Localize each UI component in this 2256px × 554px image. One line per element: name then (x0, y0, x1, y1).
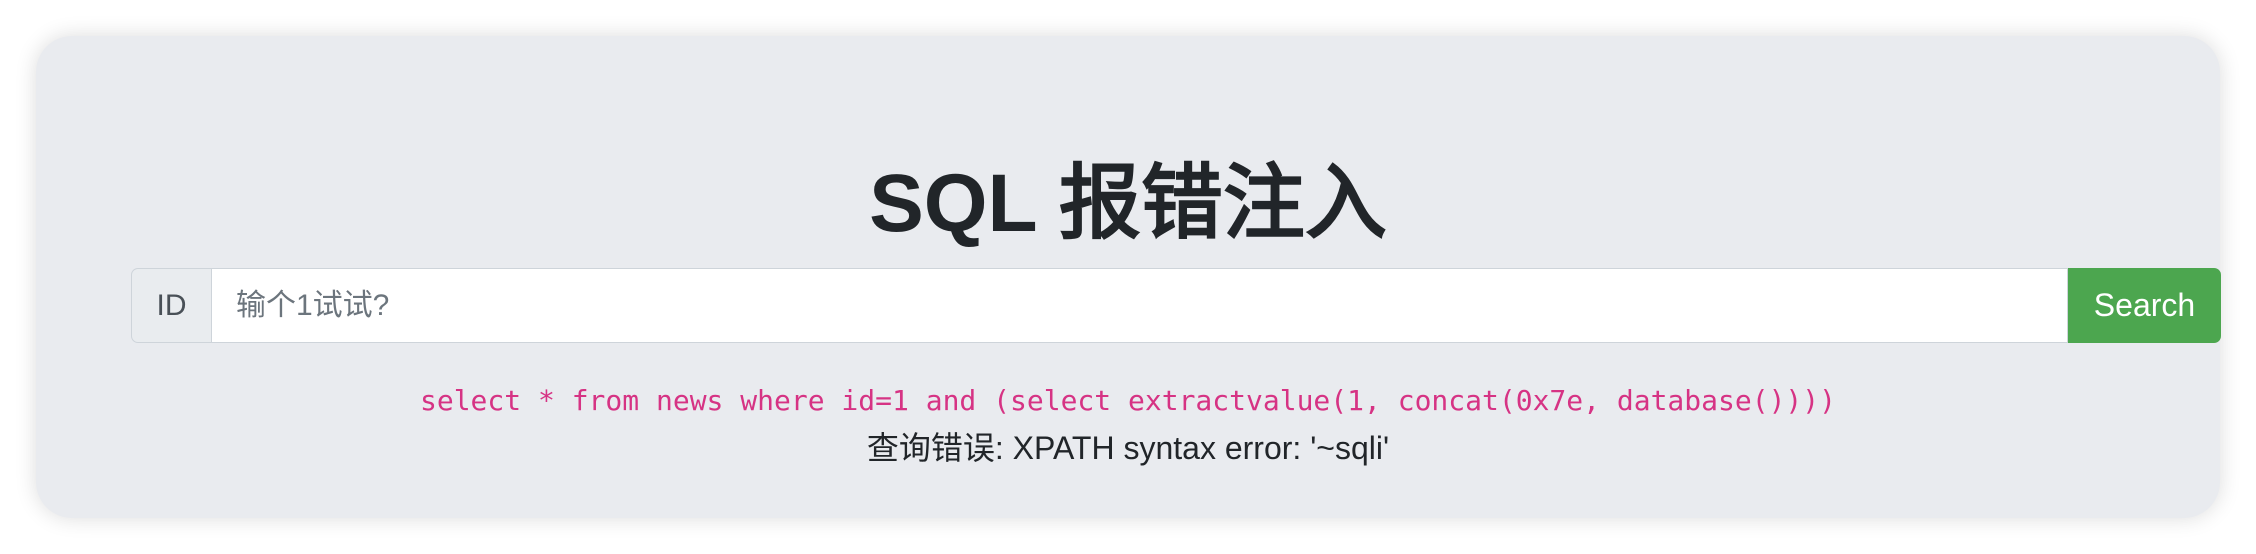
id-prefix-label: ID (131, 268, 211, 343)
sql-query-text: select * from news where id=1 and (selec… (419, 384, 1837, 417)
id-input[interactable] (211, 268, 2068, 343)
query-result-text: 查询错误: XPATH syntax error: '~sqli' (866, 430, 1390, 466)
search-form: ID Search (131, 268, 2221, 343)
search-button[interactable]: Search (2068, 268, 2221, 343)
main-card: SQL 报错注入 ID Search select * from news wh… (36, 36, 2221, 518)
page-title: SQL 报错注入 (869, 158, 1387, 249)
